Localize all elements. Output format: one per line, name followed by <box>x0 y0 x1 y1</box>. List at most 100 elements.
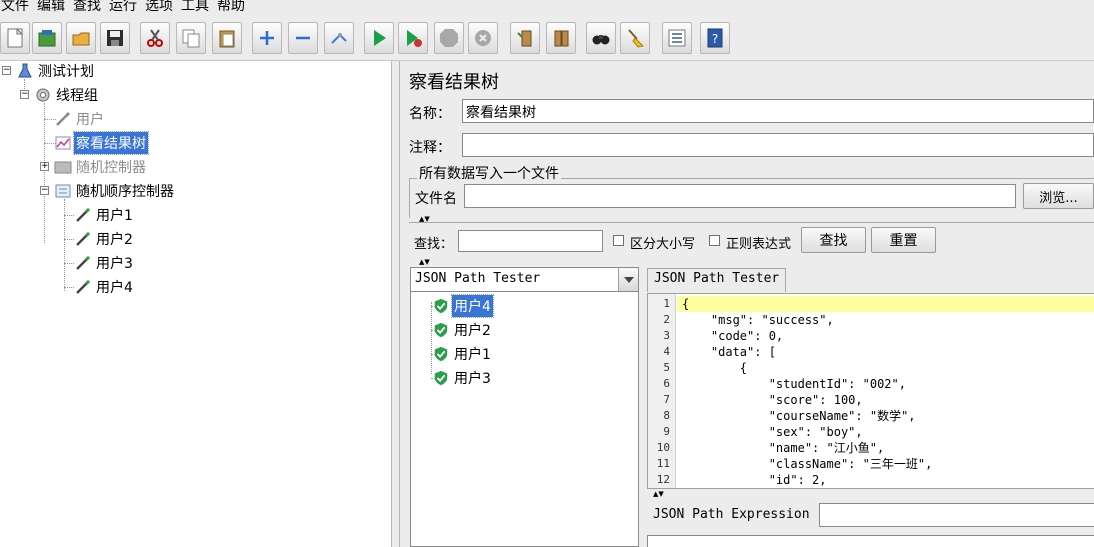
code-line: { <box>682 361 748 375</box>
chevron-down-icon[interactable] <box>618 268 638 291</box>
paste-icon <box>219 30 235 48</box>
help-icon: ? <box>707 28 723 48</box>
stop-button[interactable] <box>434 22 464 54</box>
response-viewer: JSON Path Tester 1 2 3 4 5 6 7 8 9 10 11… <box>643 267 1094 547</box>
help-button[interactable]: ? <box>700 22 730 54</box>
start-no-pauses-icon <box>407 30 422 47</box>
code-line: "name": "江小鱼", <box>682 441 885 455</box>
open-button[interactable] <box>66 22 96 54</box>
case-sensitive-label: 区分大小写 <box>630 237 696 252</box>
function-helper-button[interactable] <box>662 22 692 54</box>
clear-button[interactable] <box>510 22 540 54</box>
name-field[interactable]: 察看结果树 <box>462 99 1094 123</box>
menu-run[interactable]: 运行 <box>108 0 144 13</box>
reset-search-button[interactable] <box>620 22 650 54</box>
tree-node-user-4[interactable]: 用户4 <box>74 277 135 297</box>
menu-edit[interactable]: 编辑 <box>36 0 72 13</box>
sample-result-item[interactable]: 用户1 <box>433 344 493 364</box>
tree-node-test-plan[interactable]: 测试计划 <box>16 61 96 81</box>
shutdown-button[interactable] <box>468 22 498 54</box>
templates-button[interactable] <box>32 22 62 54</box>
line-number: 10 <box>656 441 670 454</box>
tree-node-label: 用户1 <box>96 208 133 224</box>
code-line: "data": [ <box>682 345 776 359</box>
line-number: 12 <box>656 473 670 486</box>
start-no-pauses-button[interactable] <box>398 22 428 54</box>
comment-label: 注释： <box>409 140 451 156</box>
start-button[interactable] <box>364 22 394 54</box>
cut-button[interactable] <box>140 22 170 54</box>
search-icon <box>592 35 610 45</box>
code-line: "code": 0, <box>682 329 784 343</box>
clear-all-button[interactable] <box>546 22 576 54</box>
splitter-arrows[interactable]: ▲▼ <box>653 491 664 498</box>
menu-file[interactable]: 文件 <box>0 0 36 13</box>
collapse-toggle[interactable]: − <box>20 90 29 99</box>
tree-node-random-controller[interactable]: 随机控制器 <box>54 157 148 177</box>
tree-node-user-2[interactable]: 用户2 <box>74 229 135 249</box>
json-path-result-area[interactable] <box>647 535 1094 547</box>
renderer-select[interactable]: JSON Path Tester <box>410 267 639 292</box>
menu-help[interactable]: 帮助 <box>216 0 252 13</box>
renderer-select-value: JSON Path Tester <box>415 271 541 286</box>
sampler-pipette-icon <box>76 231 91 246</box>
current-line-highlight <box>677 296 1094 312</box>
tree-node-thread-group[interactable]: 线程组 <box>34 85 100 105</box>
split-pane-divider[interactable] <box>392 61 400 547</box>
expand-all-button[interactable] <box>252 22 282 54</box>
browse-button[interactable]: 浏览... <box>1023 183 1094 209</box>
tree-node-user-disabled[interactable]: 用户 <box>54 109 106 129</box>
search-input[interactable] <box>458 230 603 252</box>
page-title: 察看结果树 <box>409 72 499 93</box>
copy-icon <box>182 29 200 48</box>
collapse-toggle[interactable]: − <box>40 186 49 195</box>
sample-result-item[interactable]: 用户4 <box>433 294 494 318</box>
reset-search-icon <box>628 29 645 48</box>
new-button[interactable] <box>0 22 30 54</box>
tree-line <box>64 199 65 291</box>
flask-icon <box>18 63 32 78</box>
json-response-editor[interactable]: 1 2 3 4 5 6 7 8 9 10 11 12 { "msg": "suc… <box>647 293 1094 489</box>
tree-node-user-3[interactable]: 用户3 <box>74 253 135 273</box>
line-number: 8 <box>663 409 670 422</box>
find-button[interactable]: 查找 <box>801 227 866 253</box>
line-number: 5 <box>663 361 670 374</box>
tree-node-user-1[interactable]: 用户1 <box>74 205 135 225</box>
copy-button[interactable] <box>176 22 206 54</box>
collapse-all-button[interactable] <box>288 22 318 54</box>
collapse-toggle[interactable]: − <box>2 66 11 75</box>
code-line: "studentId": "002", <box>682 377 906 391</box>
clear-icon <box>517 30 532 47</box>
comment-field[interactable] <box>462 133 1094 157</box>
paste-button[interactable] <box>212 22 242 54</box>
filename-field[interactable] <box>464 184 1016 208</box>
menu-options[interactable]: 选项 <box>144 0 180 13</box>
templates-icon <box>38 30 56 47</box>
function-helper-icon <box>668 29 686 47</box>
code-line: "msg": "success", <box>682 313 834 327</box>
tab-json-path-tester[interactable]: JSON Path Tester <box>647 268 787 292</box>
tree-node-random-order-controller[interactable]: 随机顺序控制器 <box>54 181 176 201</box>
line-number: 2 <box>663 313 670 326</box>
json-path-expression-input[interactable] <box>819 503 1094 527</box>
success-shield-icon <box>434 370 448 386</box>
expand-toggle[interactable]: + <box>40 162 49 171</box>
tree-node-label: 随机控制器 <box>76 160 146 176</box>
regex-checkbox[interactable] <box>709 235 720 246</box>
tree-node-view-results-tree[interactable]: 察看结果树 <box>54 131 149 155</box>
sample-result-item[interactable]: 用户3 <box>433 368 493 388</box>
reset-button[interactable]: 重置 <box>871 227 936 253</box>
sample-result-label: 用户2 <box>454 323 491 339</box>
search-button[interactable] <box>586 22 616 54</box>
case-sensitive-checkbox[interactable] <box>613 235 624 246</box>
splitter-arrows[interactable]: ▲▼ <box>419 259 430 266</box>
menu-tools[interactable]: 工具 <box>180 0 216 13</box>
graph-listener-icon <box>55 136 71 150</box>
menu-search[interactable]: 查找 <box>72 0 108 13</box>
sample-result-item[interactable]: 用户2 <box>433 320 493 340</box>
toggle-button[interactable] <box>324 22 354 54</box>
save-button[interactable] <box>100 22 130 54</box>
tree-line <box>64 239 74 240</box>
sampler-pipette-icon <box>76 279 91 294</box>
controller-icon <box>54 161 72 174</box>
